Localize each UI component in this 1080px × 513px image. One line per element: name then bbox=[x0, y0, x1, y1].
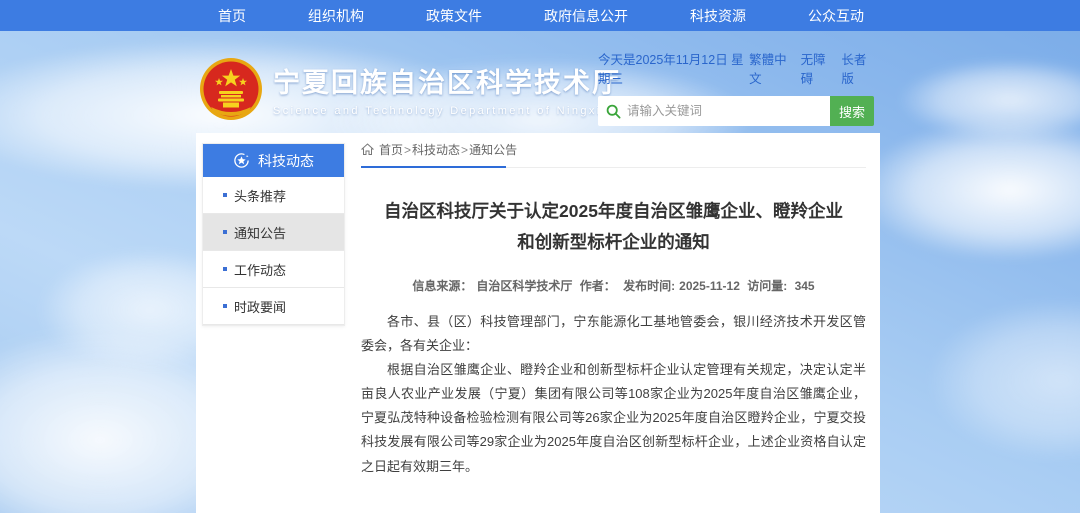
nav-list: 首页 组织机构 政策文件 政府信息公开 科技资源 公众互动 bbox=[0, 0, 1080, 31]
article-paragraph: 根据自治区雏鹰企业、瞪羚企业和创新型标杆企业认定管理有关规定，决定认定半亩良人农… bbox=[361, 358, 866, 478]
search-row: 搜索 bbox=[598, 96, 874, 126]
meta-visits-label: 访问量: bbox=[747, 279, 787, 293]
sidebar-item[interactable]: 工作动态 bbox=[203, 251, 344, 288]
sidebar-item[interactable]: 头条推荐 bbox=[203, 177, 344, 214]
bullet-icon bbox=[223, 267, 227, 271]
sidebar-title: 科技动态 bbox=[258, 151, 314, 171]
sidebar-list: 头条推荐 通知公告 工作动态 时政要闻 bbox=[203, 177, 344, 325]
search-icon bbox=[606, 104, 621, 119]
quick-link[interactable]: 无障碍 bbox=[801, 49, 834, 87]
nav-item[interactable]: 科技资源 bbox=[690, 6, 746, 26]
nav-item[interactable]: 公众互动 bbox=[808, 6, 864, 26]
meta-author-label: 作者： bbox=[580, 279, 616, 293]
sidebar-item-label: 工作动态 bbox=[234, 260, 286, 279]
bullet-icon bbox=[223, 230, 227, 234]
bullet-icon bbox=[223, 304, 227, 308]
page: 首页 组织机构 政策文件 政府信息公开 科技资源 公众互动 宁夏回族自治区科学技术厅 Sc… bbox=[0, 0, 1080, 513]
article-meta: 信息来源： 自治区科学技术厅 作者： 发布时间: 2025-11-12 访问量: 3… bbox=[361, 277, 866, 294]
breadcrumb-link[interactable]: 首页 bbox=[379, 143, 403, 157]
sidebar-item-label: 头条推荐 bbox=[234, 186, 286, 205]
site-titles: 宁夏回族自治区科学技术厅 Science and Technology Depa… bbox=[273, 61, 621, 117]
current-date: 今天是2025年11月12日 星期三 bbox=[598, 49, 749, 87]
sidebar-header: 科技动态 bbox=[203, 144, 344, 177]
national-emblem-icon bbox=[199, 57, 263, 121]
quick-link[interactable]: 长者版 bbox=[841, 49, 874, 87]
article-paragraph: 各市、县（区）科技管理部门，宁东能源化工基地管委会，银川经济技术开发区管委会，各… bbox=[361, 310, 866, 358]
quick-link[interactable]: 繁體中文 bbox=[749, 49, 793, 87]
article-title-line1: 自治区科技厅关于认定2025年度自治区雏鹰企业、瞪羚企业 bbox=[384, 201, 843, 221]
search-button[interactable]: 搜索 bbox=[830, 96, 874, 126]
nav-item[interactable]: 组织机构 bbox=[308, 6, 364, 26]
breadcrumb-separator: > bbox=[404, 143, 411, 157]
quick-row: 今天是2025年11月12日 星期三 繁體中文无障碍长者版 bbox=[598, 49, 874, 87]
site-logo-link[interactable]: 宁夏回族自治区科学技术厅 Science and Technology Depa… bbox=[199, 57, 621, 121]
breadcrumb-link[interactable]: 通知公告 bbox=[469, 143, 517, 157]
quick-links: 繁體中文无障碍长者版 bbox=[749, 49, 874, 87]
breadcrumb-underline bbox=[361, 166, 506, 168]
sidebar: 科技动态 头条推荐 通知公告 工作动态 bbox=[202, 143, 345, 326]
article-title: 自治区科技厅关于认定2025年度自治区雏鹰企业、瞪羚企业 和创新型标杆企业的通知 bbox=[361, 196, 866, 257]
sidebar-item-label: 通知公告 bbox=[234, 223, 286, 242]
nav-item[interactable]: 政府信息公开 bbox=[544, 6, 628, 26]
search-input[interactable] bbox=[627, 104, 822, 118]
breadcrumb: 首页>科技动态>通知公告 bbox=[361, 141, 866, 168]
sidebar-item-label: 时政要闻 bbox=[234, 297, 286, 316]
site-header: 宁夏回族自治区科学技术厅 Science and Technology Depa… bbox=[0, 31, 1080, 133]
meta-publish-date: 2025-11-12 bbox=[679, 279, 740, 293]
tech-news-icon bbox=[233, 152, 250, 169]
bullet-icon bbox=[223, 193, 227, 197]
breadcrumb-items: 首页>科技动态>通知公告 bbox=[379, 141, 517, 158]
breadcrumb-separator: > bbox=[461, 143, 468, 157]
nav-item[interactable]: 政策文件 bbox=[426, 6, 482, 26]
site-title: 宁夏回族自治区科学技术厅 bbox=[273, 61, 621, 100]
article-body: 各市、县（区）科技管理部门，宁东能源化工基地管委会，银川经济技术开发区管委会，各… bbox=[361, 310, 866, 478]
nav-item[interactable]: 首页 bbox=[218, 6, 246, 26]
top-navigation: 首页 组织机构 政策文件 政府信息公开 科技资源 公众互动 bbox=[0, 0, 1080, 31]
meta-visits: 345 bbox=[795, 279, 815, 293]
meta-source: 自治区科学技术厅 bbox=[476, 279, 572, 293]
cloud bbox=[930, 300, 1080, 460]
main-column: 首页>科技动态>通知公告 自治区科技厅关于认定2025年度自治区雏鹰企业、瞪羚企… bbox=[361, 141, 866, 513]
site-subtitle: Science and Technology Department of Nin… bbox=[273, 105, 621, 117]
content-wrapper: 科技动态 头条推荐 通知公告 工作动态 bbox=[196, 133, 880, 513]
sidebar-item[interactable]: 通知公告 bbox=[203, 214, 344, 251]
cloud bbox=[860, 120, 1080, 260]
home-icon bbox=[361, 143, 374, 156]
article-title-line2: 和创新型标杆企业的通知 bbox=[517, 232, 710, 252]
sidebar-item[interactable]: 时政要闻 bbox=[203, 288, 344, 325]
breadcrumb-link[interactable]: 科技动态 bbox=[412, 143, 460, 157]
header-right: 今天是2025年11月12日 星期三 繁體中文无障碍长者版 搜索 bbox=[598, 49, 874, 126]
meta-source-label: 信息来源： bbox=[412, 279, 472, 293]
search-box bbox=[598, 96, 830, 126]
meta-publish-label: 发布时间: bbox=[623, 279, 675, 293]
